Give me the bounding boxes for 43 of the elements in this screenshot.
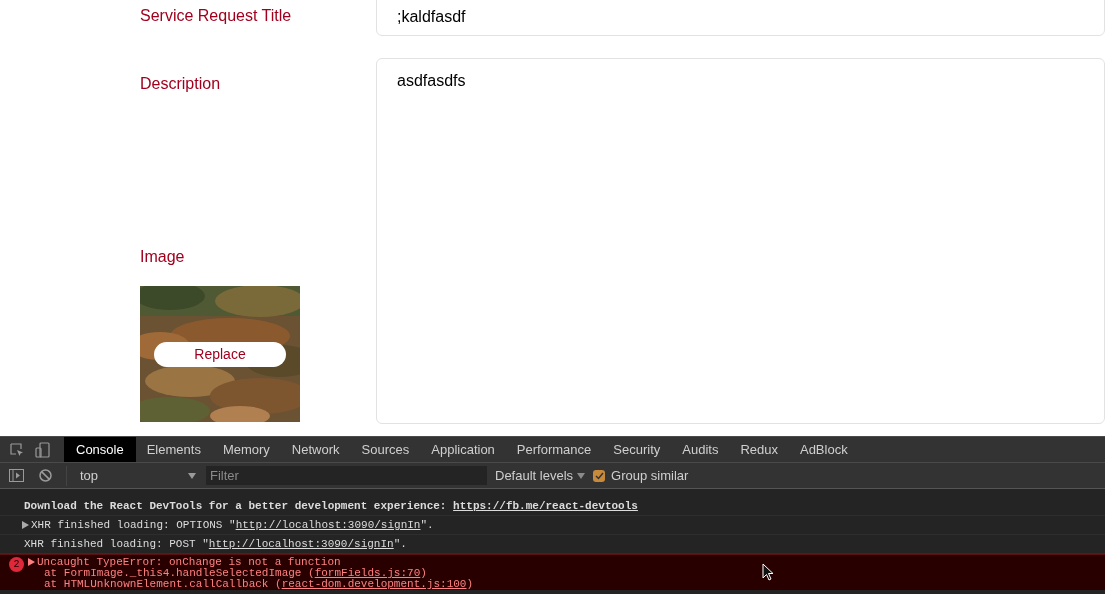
devtools-tab[interactable]: Security — [602, 437, 672, 462]
device-icon[interactable] — [35, 441, 51, 458]
cursor-icon — [762, 563, 774, 581]
field-label: Image — [140, 247, 185, 267]
filter-field[interactable]: Filter — [206, 466, 487, 485]
link[interactable]: react-dom.development.js:100 — [281, 578, 467, 590]
link[interactable]: http://localhost:3090/signIn — [235, 519, 421, 531]
field-label: Description — [140, 75, 221, 92]
sidebar-toggle-icon[interactable] — [9, 469, 24, 482]
levels-dropdown[interactable]: Default levels — [495, 465, 586, 486]
checkbox-label: Group similar — [611, 466, 689, 485]
caret-icon[interactable] — [188, 472, 196, 479]
caret-icon[interactable] — [28, 558, 35, 566]
title-field[interactable]: ;kaldfasdf — [376, 0, 1105, 36]
devtools-tab[interactable]: Memory — [211, 437, 281, 462]
stack-trace-line: at FormImage._this4.handleSelectedImage (formFields.js:70) — [43, 568, 427, 579]
replace-button[interactable]: Replace — [154, 342, 286, 367]
link[interactable]: http://localhost:3090/signIn — [208, 538, 394, 550]
devtools-tab[interactable]: Elements — [135, 437, 212, 462]
console-message: XHR finished loading: POST "http://localhost:3090/signIn". — [24, 537, 407, 551]
devtools-tab[interactable]: Audits — [671, 437, 730, 462]
error-count-badge: 2 — [9, 557, 24, 572]
stack-trace-line: at HTMLUnknownElement.callCallback (react-dom.development.js:100) — [43, 579, 474, 590]
caret-icon[interactable] — [577, 472, 586, 479]
error-message: Uncaught TypeError: onChange is not a function — [37, 556, 341, 568]
devtools-tab[interactable]: Network — [280, 437, 351, 462]
checkbox[interactable] — [593, 469, 606, 482]
clear-icon[interactable] — [39, 469, 52, 482]
devtools-tab[interactable]: Sources — [350, 437, 421, 462]
inspect-icon[interactable] — [10, 442, 24, 457]
link[interactable]: formFields.js:70 — [314, 567, 421, 579]
devtools-tab[interactable]: Performance — [505, 437, 603, 462]
console-message: XHR finished loading: OPTIONS "http://localhost:3090/signIn". — [31, 518, 434, 532]
devtools-tab[interactable]: AdBlock — [788, 437, 859, 462]
description-field[interactable]: asdfasdfs — [376, 58, 1105, 424]
field-label: Service Request Title — [140, 7, 292, 24]
devtools-tab[interactable]: Application — [420, 437, 506, 462]
caret-icon[interactable] — [22, 521, 29, 529]
devtools-tab[interactable]: Console — [64, 437, 136, 462]
devtools-tab[interactable]: Redux — [729, 437, 789, 462]
console-message: Download the React DevTools for a better development experience: https://fb.me/react-devtools — [24, 499, 638, 513]
link[interactable]: https://fb.me/react-devtools — [453, 500, 638, 512]
context-select[interactable]: top — [66, 465, 202, 486]
